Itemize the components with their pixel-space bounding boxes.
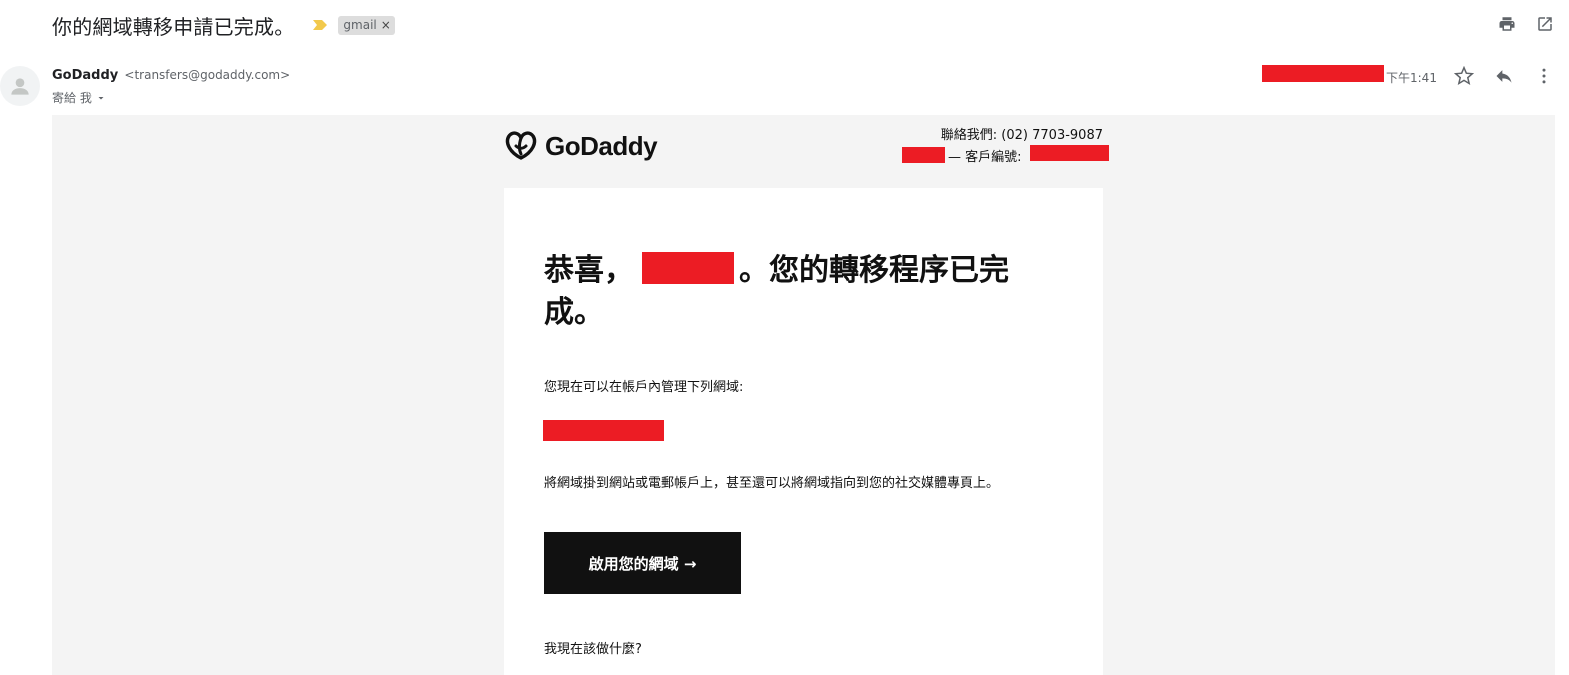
- email-subject: 你的網域轉移申請已完成。: [52, 14, 295, 39]
- sender-avatar[interactable]: [0, 66, 40, 106]
- email-time: 下午1:41: [1386, 71, 1437, 85]
- logo-wordmark: GoDaddy: [545, 130, 658, 161]
- redacted-domain-name[interactable]: [543, 420, 664, 441]
- manage-domains-text: 您現在可以在帳戶內管理下列網域:: [544, 380, 744, 395]
- sender-line: GoDaddy <transfers@godaddy.com>: [52, 68, 290, 83]
- contact-phone: 聯絡我們: (02) 7703-9087: [940, 128, 1103, 143]
- redacted-customer-name: [902, 147, 945, 163]
- thread-actions: [1497, 14, 1555, 34]
- connect-domain-text: 將網域掛到網站或電郵帳戶上，甚至還可以將網域指向到您的社交媒體專頁上。: [544, 476, 1000, 491]
- to-line-text: 寄給 我: [52, 91, 92, 105]
- sender-name[interactable]: GoDaddy: [52, 68, 118, 83]
- redacted-name-in-headline: [642, 252, 734, 284]
- label-chip-gmail: gmail ×: [338, 15, 395, 35]
- congrats-headline: 恭喜， 。您的轉移程序已完成。: [544, 253, 1009, 330]
- customer-number-label: — 客戶編號:: [948, 150, 1022, 165]
- sender-email: <transfers@godaddy.com>: [124, 68, 291, 82]
- godaddy-logo[interactable]: GoDaddy: [503, 130, 658, 162]
- reply-icon[interactable]: [1494, 66, 1514, 86]
- print-icon[interactable]: [1497, 14, 1517, 34]
- message-actions: [1454, 66, 1554, 86]
- important-marker-icon[interactable]: [312, 19, 328, 31]
- remove-label-button[interactable]: ×: [381, 18, 391, 32]
- recipient-details-toggle[interactable]: 寄給 我: [52, 89, 107, 106]
- label-chip-text: gmail: [343, 17, 377, 32]
- redacted-date: [1262, 65, 1384, 82]
- godaddy-emblem-icon: [505, 131, 537, 160]
- star-icon[interactable]: [1454, 66, 1474, 86]
- email-subject-row: 你的網域轉移申請已完成。 gmail ×: [52, 10, 395, 40]
- what-next-heading: 我現在該做什麼?: [544, 642, 642, 657]
- more-vert-icon[interactable]: [1534, 66, 1554, 86]
- activate-domain-button[interactable]: 啟用您的網域 →: [544, 532, 741, 594]
- redacted-customer-number: [1030, 145, 1109, 161]
- open-in-new-window-icon[interactable]: [1535, 14, 1555, 34]
- chevron-down-icon: [98, 96, 104, 99]
